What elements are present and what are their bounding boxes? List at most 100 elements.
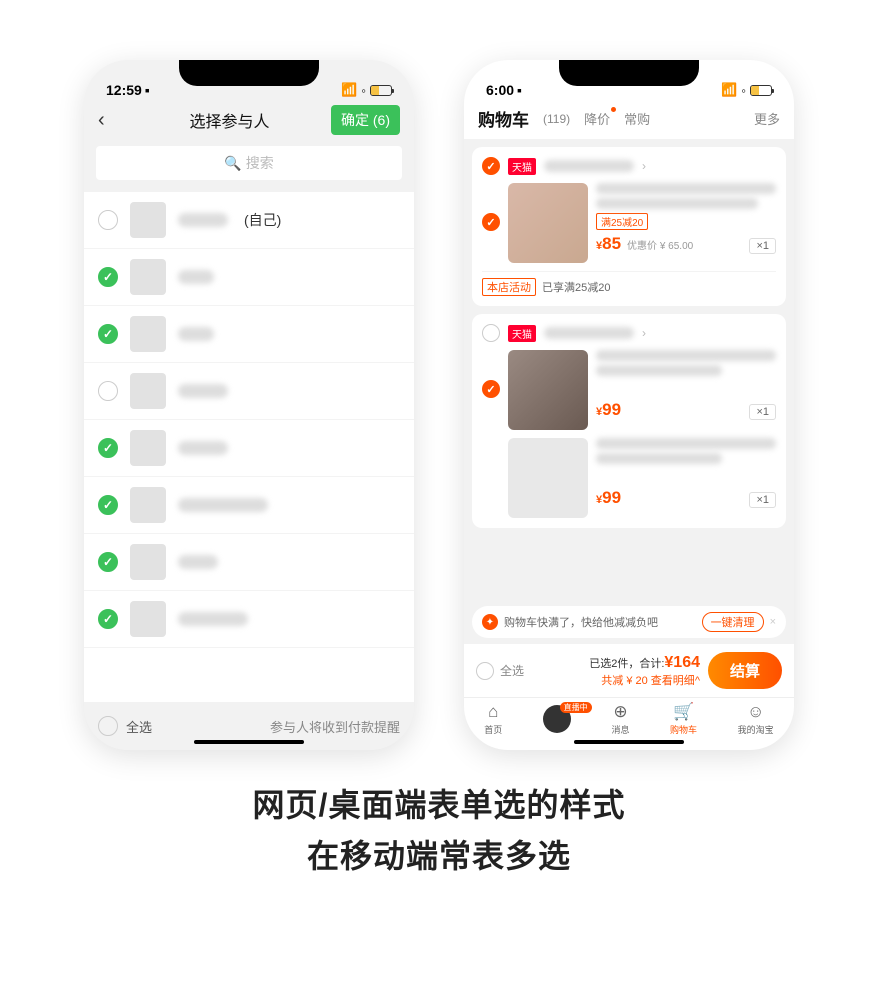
search-icon: 🔍 — [224, 155, 241, 172]
tab-live[interactable]: 直播中 — [543, 705, 571, 733]
home-indicator[interactable] — [194, 740, 304, 744]
avatar — [130, 373, 166, 409]
signal-icon: 📶 — [341, 82, 357, 98]
qty-stepper[interactable]: ×1 — [749, 404, 776, 420]
cart-item: ¥99 ×1 — [482, 438, 776, 518]
wifi-icon: ◦ — [361, 83, 366, 98]
participant-row[interactable]: (自己) — [84, 192, 414, 249]
select-all-checkbox[interactable] — [476, 662, 494, 680]
caption-line-2: 在移动端常表多选 — [0, 831, 878, 882]
checkbox[interactable] — [98, 267, 118, 287]
shop-card: 天猫 › ¥99 ×1 — [472, 314, 786, 528]
back-button[interactable]: ‹ — [98, 109, 128, 132]
participant-row[interactable] — [84, 249, 414, 306]
activity-text: 已享满25减20 — [542, 279, 610, 295]
participant-name — [178, 213, 228, 227]
tab-home[interactable]: ⌂首页 — [484, 702, 502, 736]
participant-name — [178, 270, 214, 284]
cart-count: (119) — [543, 112, 570, 126]
banner-text: 购物车快满了，快给他减减负吧 — [504, 614, 696, 630]
checkbox[interactable] — [98, 381, 118, 401]
user-icon: ▪ — [517, 82, 522, 98]
item-checkbox[interactable] — [482, 213, 500, 231]
item-spec — [596, 453, 722, 464]
participant-row[interactable] — [84, 477, 414, 534]
checkbox[interactable] — [98, 609, 118, 629]
tab-cart[interactable]: 🛒购物车 — [670, 702, 697, 736]
tab-frequent[interactable]: 常购 — [624, 109, 650, 128]
caption-line-1: 网页/桌面端表单选的样式 — [0, 780, 878, 831]
avatar — [130, 601, 166, 637]
participant-row[interactable] — [84, 306, 414, 363]
participant-name — [178, 327, 214, 341]
checkbox[interactable] — [98, 438, 118, 458]
cart-icon: 🛒 — [673, 702, 694, 722]
participant-row[interactable] — [84, 534, 414, 591]
self-suffix: (自己) — [244, 210, 281, 230]
item-spec — [596, 198, 758, 209]
user-icon: ▪ — [145, 82, 150, 98]
checkout-bar: 全选 已选2件，合计:¥164 共减 ¥ 20 查看明细^ 结算 — [464, 644, 794, 697]
tmall-badge: 天猫 — [508, 325, 536, 342]
home-indicator[interactable] — [574, 740, 684, 744]
wifi-icon: ◦ — [741, 83, 746, 98]
avatar — [130, 430, 166, 466]
cart-body: 天猫 › 满25减20 ¥85 优惠价 ¥ 65.00 ×1 — [464, 139, 794, 606]
avatar — [130, 544, 166, 580]
orig-price: 优惠价 ¥ 65.00 — [627, 237, 693, 252]
shop-checkbox[interactable] — [482, 157, 500, 175]
checkbox[interactable] — [98, 552, 118, 572]
tab-price-drop[interactable]: 降价 — [584, 109, 610, 128]
avatar — [130, 202, 166, 238]
shop-header[interactable]: 天猫 › — [482, 157, 776, 175]
tab-me[interactable]: ☺我的淘宝 — [738, 702, 774, 736]
footer-hint: 参与人将收到付款提醒 — [270, 717, 400, 736]
checkbox[interactable] — [98, 495, 118, 515]
shop-name — [544, 327, 634, 339]
item-title — [596, 438, 776, 449]
item-checkbox[interactable] — [482, 380, 500, 398]
participant-name — [178, 612, 248, 626]
notch — [559, 60, 699, 86]
promo-tag: 满25减20 — [596, 213, 648, 230]
discount-detail[interactable]: 共减 ¥ 20 查看明细^ — [532, 672, 700, 688]
item-thumb[interactable] — [508, 350, 588, 430]
checkbox[interactable] — [98, 324, 118, 344]
item-thumb[interactable] — [508, 438, 588, 518]
message-icon: ⊕ — [613, 702, 627, 722]
more-button[interactable]: 更多 — [754, 109, 780, 128]
confirm-button[interactable]: 确定 (6) — [331, 105, 400, 135]
time: 12:59 — [106, 82, 142, 98]
participant-name — [178, 384, 228, 398]
close-icon[interactable]: × — [770, 616, 776, 628]
time: 6:00 — [486, 82, 514, 98]
cleanup-banner: ✦ 购物车快满了，快给他减减负吧 一键清理 × — [472, 606, 786, 638]
participant-row[interactable] — [84, 420, 414, 477]
avatar — [130, 259, 166, 295]
participant-row[interactable] — [84, 363, 414, 420]
checkout-button[interactable]: 结算 — [708, 652, 782, 689]
tab-message[interactable]: ⊕消息 — [611, 702, 629, 736]
item-price: ¥85 — [596, 234, 621, 254]
select-all-checkbox[interactable] — [98, 716, 118, 736]
search-placeholder: 搜索 — [246, 153, 274, 173]
shop-checkbox[interactable] — [482, 324, 500, 342]
qty-stepper[interactable]: ×1 — [749, 238, 776, 254]
chevron-right-icon: › — [642, 159, 646, 173]
chevron-right-icon: › — [642, 326, 646, 340]
shop-header[interactable]: 天猫 › — [482, 324, 776, 342]
participant-name — [178, 555, 218, 569]
checkbox[interactable] — [98, 210, 118, 230]
item-thumb[interactable] — [508, 183, 588, 263]
shop-activity[interactable]: 本店活动 已享满25减20 — [482, 271, 776, 296]
qty-stepper[interactable]: ×1 — [749, 492, 776, 508]
participant-row[interactable] — [84, 591, 414, 648]
item-price: ¥99 — [596, 400, 621, 420]
caption: 网页/桌面端表单选的样式 在移动端常表多选 — [0, 780, 878, 882]
search-input[interactable]: 🔍 搜索 — [96, 146, 402, 180]
cleanup-button[interactable]: 一键清理 — [702, 612, 764, 632]
shop-name — [544, 160, 634, 172]
tmall-badge: 天猫 — [508, 158, 536, 175]
cart-item: 满25减20 ¥85 优惠价 ¥ 65.00 ×1 — [482, 183, 776, 263]
user-icon: ☺ — [747, 702, 764, 722]
